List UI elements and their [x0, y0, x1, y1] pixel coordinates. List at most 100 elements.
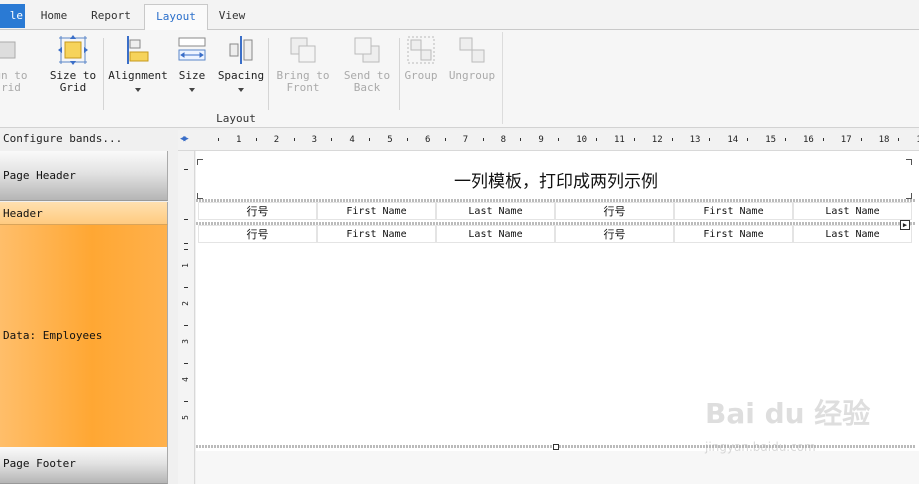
group-label: Group — [404, 69, 438, 82]
data-cell[interactable]: Last Name — [436, 225, 555, 243]
size-to-grid-icon — [58, 35, 88, 65]
ruler-number: 3 — [311, 135, 318, 145]
configure-bands-link[interactable]: Configure bands... — [3, 132, 122, 145]
tab-layout[interactable]: Layout — [144, 4, 208, 31]
ribbon-tab-bar: le Home Report Layout View — [0, 0, 919, 31]
report-design-canvas[interactable]: 一列模板，打印成两列示例 行号 First Name Last Name 行号 Firs… — [196, 151, 919, 484]
data-cell[interactable]: Last Name — [793, 225, 912, 243]
ungroup-button[interactable]: Ungroup — [446, 34, 498, 120]
report-title-textbox[interactable]: 一列模板，打印成两列示例 — [196, 167, 916, 192]
ribbon-separator — [103, 38, 104, 110]
data-cell[interactable]: 行号 — [198, 225, 317, 243]
watermark-logo: Bai du 经验 — [705, 397, 871, 430]
header-row: 行号 First Name Last Name 行号 First Name Last Na… — [198, 202, 912, 220]
ruler-tick — [520, 138, 522, 141]
ruler-tick — [184, 243, 188, 244]
ruler-tick — [407, 138, 408, 141]
group-icon — [407, 36, 435, 64]
ruler-number: 4 — [180, 377, 190, 382]
tab-view[interactable]: View — [212, 4, 252, 28]
ruler-tick — [293, 138, 295, 141]
ruler-tick — [633, 138, 635, 141]
header-cell[interactable]: Last Name — [793, 202, 912, 220]
column-marker-icon[interactable]: ▶ — [900, 220, 910, 230]
ruler-tick — [184, 249, 188, 250]
band-header[interactable]: Header — [0, 202, 168, 225]
ungroup-icon — [459, 37, 485, 63]
size-to-grid-button[interactable]: Size to Grid — [48, 34, 98, 120]
ruler-tick — [482, 138, 484, 141]
data-cell[interactable]: 行号 — [555, 225, 674, 243]
chevron-down-icon — [189, 88, 195, 92]
align-to-grid-label: gn to rid — [0, 69, 28, 94]
chevron-down-icon — [135, 88, 141, 92]
alignment-button[interactable]: Alignment — [108, 34, 168, 120]
ruler-tick — [184, 219, 188, 220]
ruler-number: 5 — [387, 135, 393, 145]
ruler-number: 7 — [462, 135, 469, 145]
bring-to-front-label: Bring to Front — [276, 69, 330, 94]
group-button[interactable]: Group — [402, 34, 440, 120]
page-footer-area[interactable] — [196, 451, 919, 484]
alignment-label: Alignment — [108, 69, 168, 82]
ruler-tick — [184, 363, 188, 364]
ruler-tick — [785, 138, 786, 141]
header-cell[interactable]: Last Name — [436, 202, 555, 220]
ruler-number: 13 — [689, 135, 701, 145]
ruler-tick — [822, 138, 824, 141]
watermark-url: jingyan.baidu.com — [705, 440, 816, 454]
header-cell[interactable]: First Name — [317, 202, 436, 220]
ungroup-label: Ungroup — [448, 69, 496, 82]
bring-to-front-icon — [290, 37, 316, 63]
tab-file[interactable]: le — [0, 4, 25, 28]
spacing-button[interactable]: Spacing — [216, 34, 266, 120]
send-to-back-button[interactable]: Send to Back — [338, 34, 396, 120]
ruler-number: 4 — [349, 135, 355, 145]
ribbon-group-label: Layout — [216, 112, 256, 125]
ruler-tick — [331, 138, 333, 141]
header-cell[interactable]: First Name — [674, 202, 793, 220]
bring-to-front-button[interactable]: Bring to Front — [274, 34, 332, 120]
resize-handle[interactable] — [553, 444, 559, 450]
ruler-number: 3 — [180, 339, 190, 344]
tab-home[interactable]: Home — [34, 4, 74, 28]
band-data-employees[interactable]: Data: Employees — [0, 225, 168, 447]
data-cell[interactable]: First Name — [674, 225, 793, 243]
data-cell[interactable]: First Name — [317, 225, 436, 243]
ruler-number: 6 — [425, 135, 431, 145]
align-to-grid-button[interactable]: gn to rid — [0, 34, 36, 120]
ruler-toggle-icon[interactable]: ◀▶ — [180, 134, 189, 144]
band-page-header-label: Page Header — [3, 169, 76, 182]
send-to-back-label: Send to Back — [343, 69, 391, 94]
spacing-label: Spacing — [217, 69, 265, 82]
ruler-number: 9 — [538, 135, 544, 145]
vertical-ruler: 1 2 3 4 5 — [178, 151, 195, 484]
band-header-label: Header — [3, 207, 43, 220]
ruler-number: 18 — [878, 135, 890, 145]
band-page-footer-label: Page Footer — [3, 457, 76, 470]
data-row: 行号 First Name Last Name 行号 First Name Last Na… — [198, 225, 912, 243]
ruler-tick — [255, 138, 257, 141]
page-header-area[interactable]: 一列模板，打印成两列示例 — [196, 151, 916, 201]
band-page-footer[interactable]: Page Footer — [0, 447, 168, 484]
header-cell[interactable]: 行号 — [555, 202, 674, 220]
configure-bands-bar[interactable]: Configure bands... — [0, 128, 178, 150]
ruler-number: 17 — [840, 135, 852, 145]
ruler-number: 12 — [651, 135, 663, 145]
ruler-tick — [184, 287, 188, 288]
alignment-icon — [127, 36, 149, 64]
ruler-tick — [218, 138, 219, 141]
size-button[interactable]: Size — [172, 34, 212, 120]
band-page-header[interactable]: Page Header — [0, 151, 168, 201]
ribbon-group-border — [502, 32, 503, 124]
ruler-number: 2 — [273, 135, 280, 145]
ruler-tick — [444, 138, 446, 141]
ruler-number: 1 — [236, 135, 242, 145]
ruler-tick — [747, 138, 749, 141]
ruler-tick — [709, 138, 711, 141]
selection-corner — [197, 159, 203, 165]
ruler-number: 15 — [765, 135, 777, 145]
size-to-grid-label: Size to Grid — [49, 69, 97, 94]
header-cell[interactable]: 行号 — [198, 202, 317, 220]
tab-report[interactable]: Report — [86, 4, 136, 28]
